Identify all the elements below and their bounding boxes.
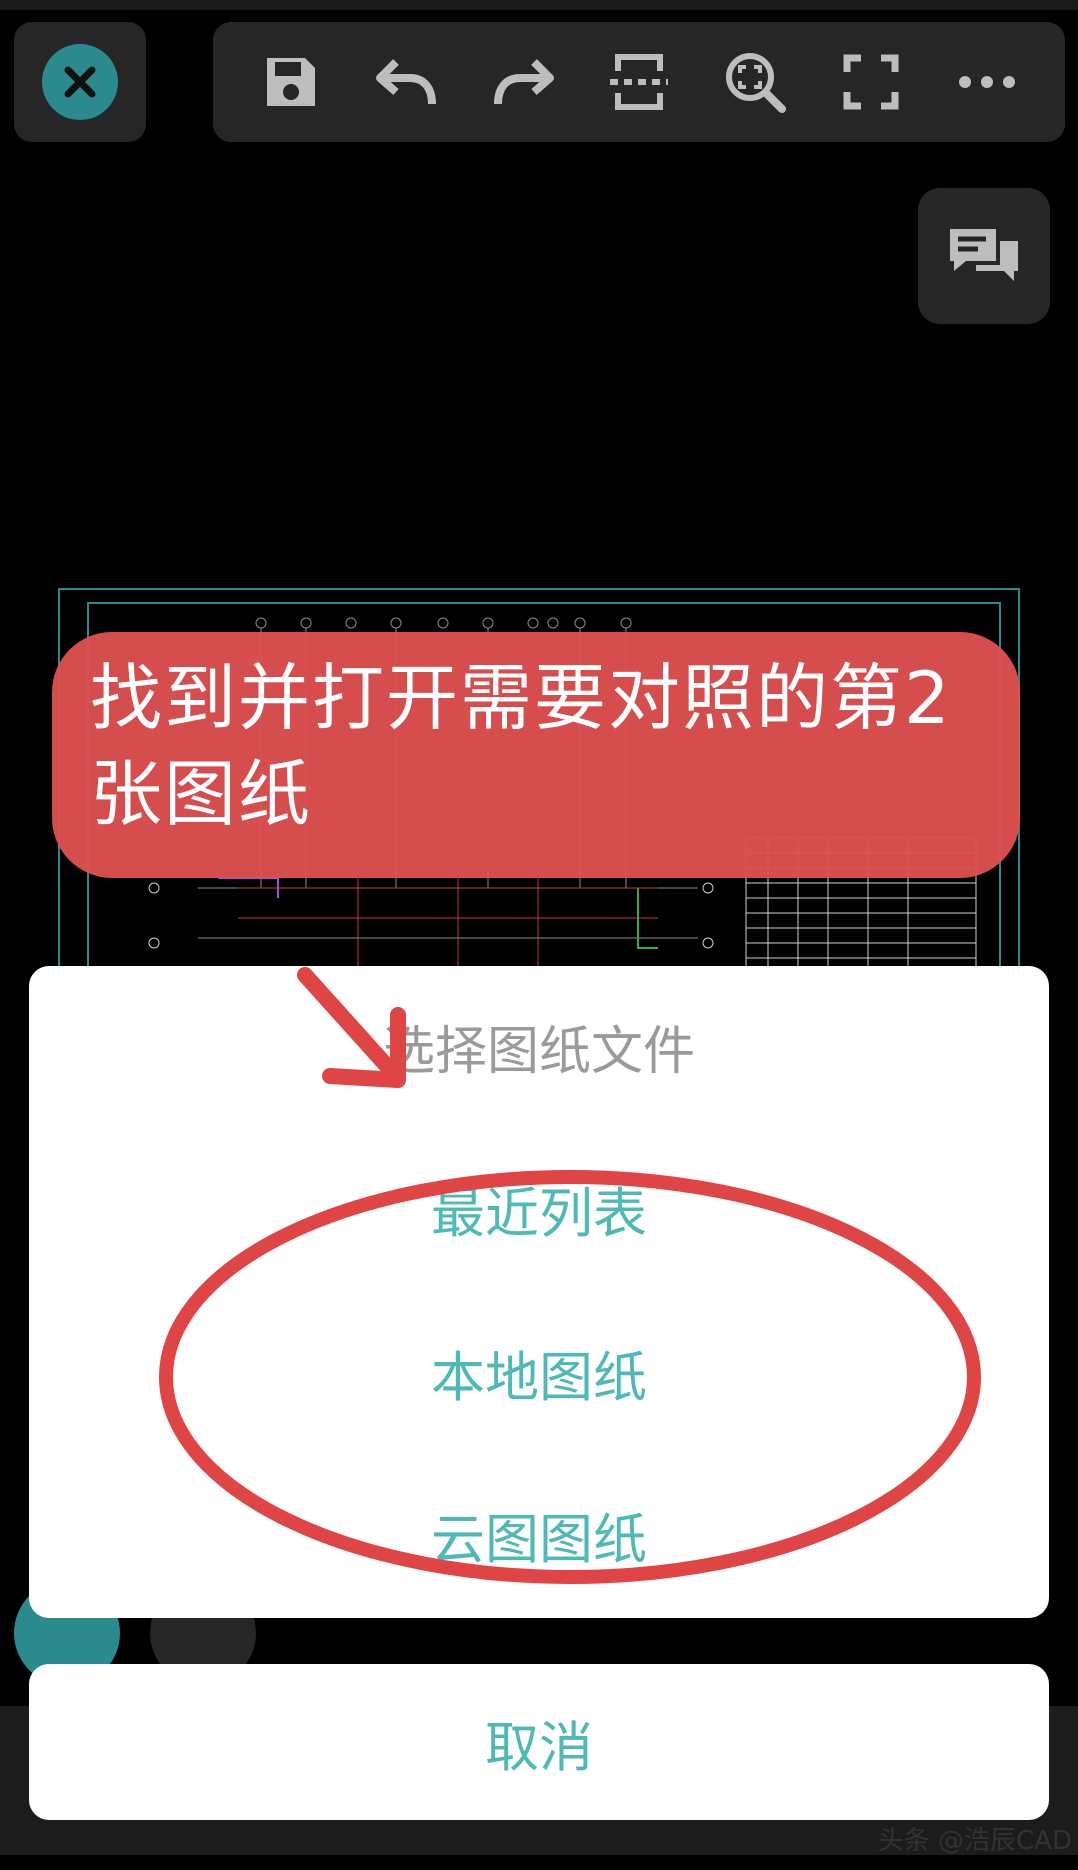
sheet-title: 选择图纸文件 — [382, 1022, 695, 1082]
save-button[interactable] — [251, 42, 331, 122]
top-toolbar — [213, 22, 1065, 142]
comment-icon — [950, 229, 1018, 281]
fullscreen-icon — [843, 54, 899, 110]
comment-button[interactable] — [918, 188, 1050, 324]
select-file-sheet: 选择图纸文件 最近列表 本地图纸 云图图纸 — [29, 966, 1049, 1618]
status-strip — [0, 0, 1078, 10]
compare-button[interactable] — [599, 42, 679, 122]
watermark: 头条 @浩辰CAD — [877, 1826, 1072, 1856]
recent-list-option[interactable]: 最近列表 — [29, 1178, 1049, 1250]
close-button[interactable] — [14, 22, 146, 142]
local-drawings-option[interactable]: 本地图纸 — [29, 1342, 1049, 1414]
cloud-drawings-option[interactable]: 云图图纸 — [29, 1504, 1049, 1576]
instruction-callout: 找到并打开需要对照的第2张图纸 — [52, 632, 1020, 878]
compare-icon — [610, 54, 668, 110]
undo-button[interactable] — [367, 42, 447, 122]
save-icon — [267, 58, 315, 106]
zoom-extent-button[interactable] — [715, 42, 795, 122]
close-icon — [42, 44, 118, 120]
redo-icon — [494, 59, 554, 105]
redo-button[interactable] — [483, 42, 563, 122]
fullscreen-button[interactable] — [831, 42, 911, 122]
cancel-button[interactable]: 取消 — [29, 1664, 1049, 1820]
undo-icon — [376, 59, 436, 105]
more-icon — [959, 76, 1015, 88]
more-button[interactable] — [947, 42, 1027, 122]
zoom-extent-icon — [726, 53, 786, 113]
